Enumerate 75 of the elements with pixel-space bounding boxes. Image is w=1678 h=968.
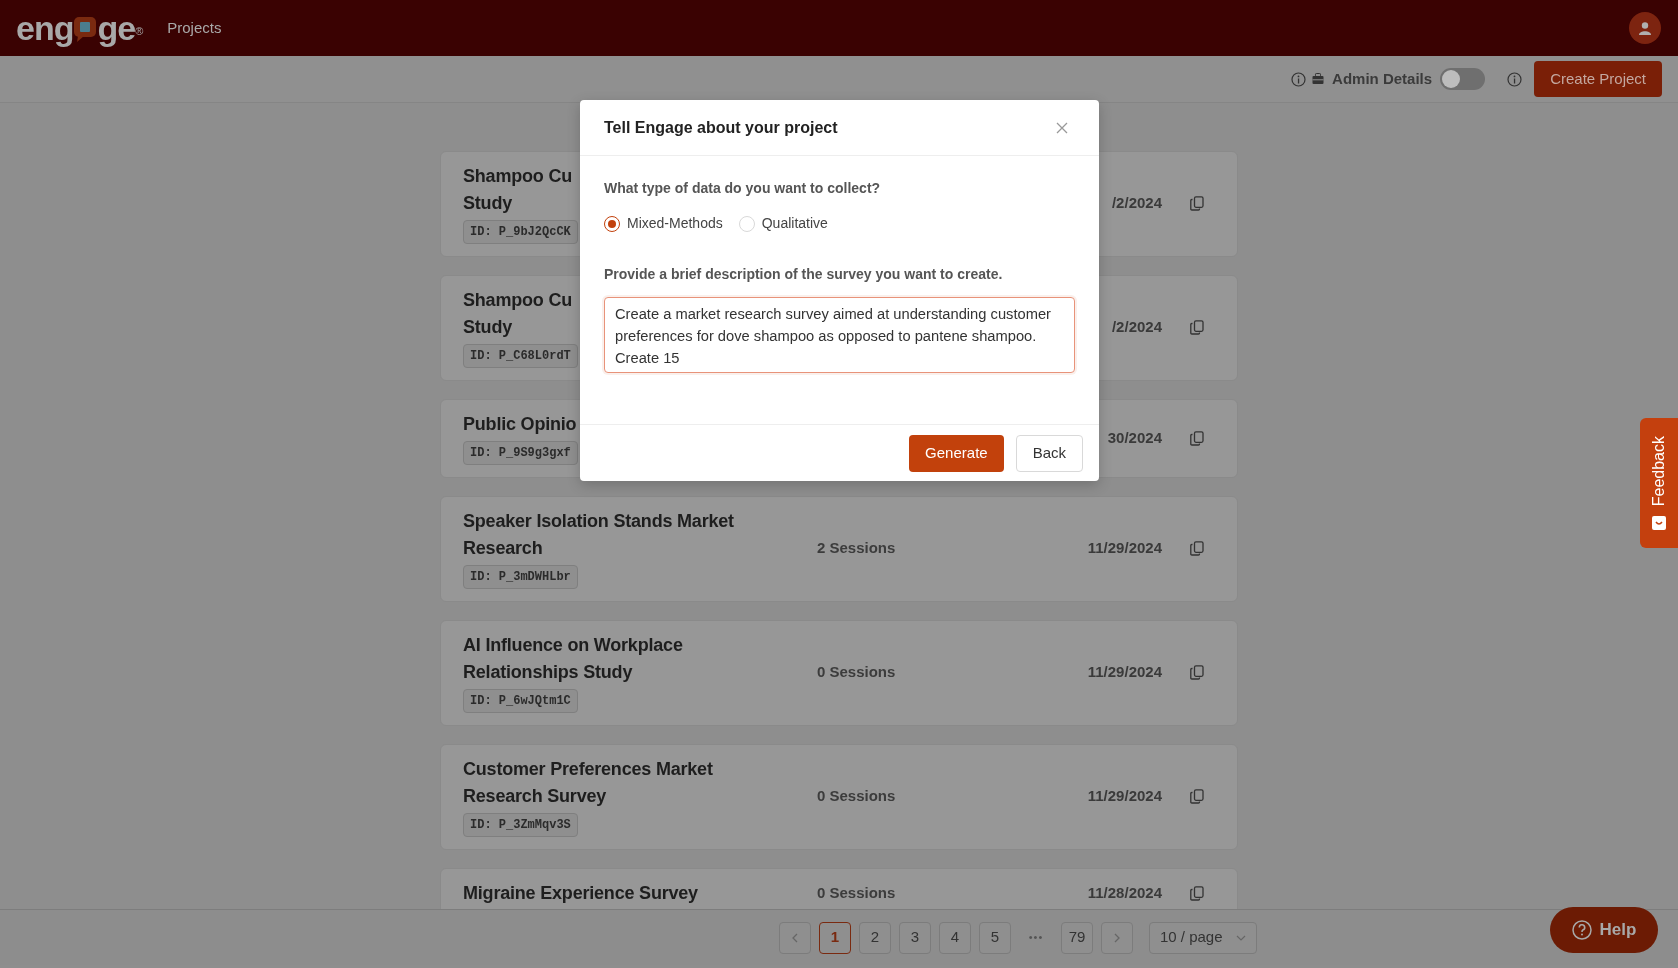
radio-option[interactable]: Qualitative [738, 213, 828, 234]
page-size-select[interactable]: 10 / page [1149, 921, 1257, 954]
dialog-title: Tell Engage about your project [604, 118, 838, 138]
project-card[interactable]: Customer Preferences Market Research Survey ID: P_3ZmMqv3S 0 Sessions 11/29/2024 [440, 744, 1238, 850]
page-button[interactable]: 2 [859, 921, 891, 954]
nav-link[interactable]: Projects [167, 16, 222, 40]
back-button[interactable]: Back [1015, 435, 1083, 472]
info-icon[interactable] [1291, 71, 1307, 87]
caret-icon [1236, 934, 1246, 941]
project-title: Shampoo Cu [463, 165, 572, 188]
project-title: Migraine Experience Survey [463, 882, 698, 905]
copy-icon[interactable] [1190, 320, 1204, 335]
logo-text: eng [16, 11, 74, 45]
chevron-left-icon [790, 932, 800, 943]
project-id: ID: P_6wJQtm1C [463, 689, 578, 713]
page-button[interactable]: 1 [819, 921, 851, 954]
copy-icon[interactable] [1190, 196, 1204, 211]
admin-toggle[interactable] [1440, 68, 1486, 90]
project-title: AI Influence on Workplace [463, 634, 683, 657]
radio-option[interactable]: Mixed-Methods [604, 213, 723, 234]
project-date: 11/28/2024 [1087, 883, 1162, 904]
project-title: Customer Preferences Market [463, 758, 713, 781]
logo-text: ge [97, 11, 136, 45]
registered-mark: ® [135, 25, 144, 37]
person-icon [1638, 21, 1652, 35]
chevron-right-icon [1112, 932, 1122, 943]
session-count: 2 Sessions [817, 539, 896, 557]
project-title: Study [463, 192, 512, 215]
info-icon[interactable] [1507, 71, 1523, 87]
project-title: Speaker Isolation Stands Market [463, 510, 734, 533]
project-title: Shampoo Cu [463, 289, 572, 312]
project-date: 11/29/2024 [1087, 786, 1162, 807]
question-icon [1571, 920, 1592, 940]
project-title: Public Opinio [463, 413, 577, 436]
project-title: Research [463, 537, 543, 560]
admin-details-label: Admin Details [1332, 68, 1433, 89]
page-button[interactable]: 3 [899, 921, 931, 954]
generate-button[interactable]: Generate [909, 435, 1004, 472]
session-count: 0 Sessions [817, 787, 896, 805]
question-label: What type of data do you want to collect? [604, 179, 882, 198]
project-id: ID: P_9bJ2QcCK [463, 220, 578, 244]
description-label: Provide a brief description of the survey you want to create. [604, 265, 1004, 284]
session-count: 0 Sessions [817, 663, 896, 681]
project-card[interactable]: Speaker Isolation Stands Market Research ID: P_3mDWHLbr 2 Sessions 11/29/2024 [440, 496, 1238, 602]
help-button[interactable]: Help [1550, 907, 1658, 953]
project-date: /2/2024 [1111, 193, 1162, 214]
create-project-button[interactable]: Create Project [1534, 60, 1662, 98]
page-button[interactable]: 4 [939, 921, 971, 954]
project-date: /2/2024 [1111, 317, 1162, 338]
project-title: Relationships Study [463, 661, 633, 684]
project-title: Research Survey [463, 785, 607, 808]
description-field[interactable]: Create a market research survey aimed at understanding customer preferences for dove shampoo as opposed to pantene shampoo. Create 15 [604, 297, 1075, 373]
project-id: ID: P_3mDWHLbr [463, 565, 578, 589]
copy-icon[interactable] [1190, 665, 1204, 680]
copy-icon[interactable] [1190, 541, 1204, 556]
copy-icon[interactable] [1190, 430, 1204, 446]
project-date: 11/29/2024 [1087, 538, 1162, 559]
briefcase-icon [1312, 73, 1325, 85]
copy-icon[interactable] [1190, 886, 1204, 901]
page-button[interactable]: 5 [979, 921, 1011, 954]
session-count: 0 Sessions [817, 884, 896, 902]
feedback-tab[interactable]: Feedback [1640, 418, 1678, 548]
project-id: ID: P_C68L0rdT [463, 344, 578, 368]
project-date: 30/2024 [1107, 427, 1162, 448]
close-icon[interactable] [1056, 122, 1068, 134]
page-button[interactable]: 79 [1061, 921, 1093, 954]
smiley-icon [1652, 516, 1666, 531]
copy-icon[interactable] [1190, 789, 1204, 804]
project-title: Study [463, 316, 512, 339]
project-id: ID: P_3ZmMqv3S [463, 813, 578, 837]
project-card[interactable]: AI Influence on Workplace Relationships Study ID: P_6wJQtm1C 0 Sessions 11/29/2024 [440, 620, 1238, 726]
project-id: ID: P_9S9g3gxf [463, 441, 578, 465]
project-card[interactable]: Migraine Experience Survey 0 Sessions 11/28/2024 [440, 868, 1238, 909]
avatar[interactable] [1629, 12, 1661, 44]
project-date: 11/29/2024 [1087, 662, 1162, 683]
